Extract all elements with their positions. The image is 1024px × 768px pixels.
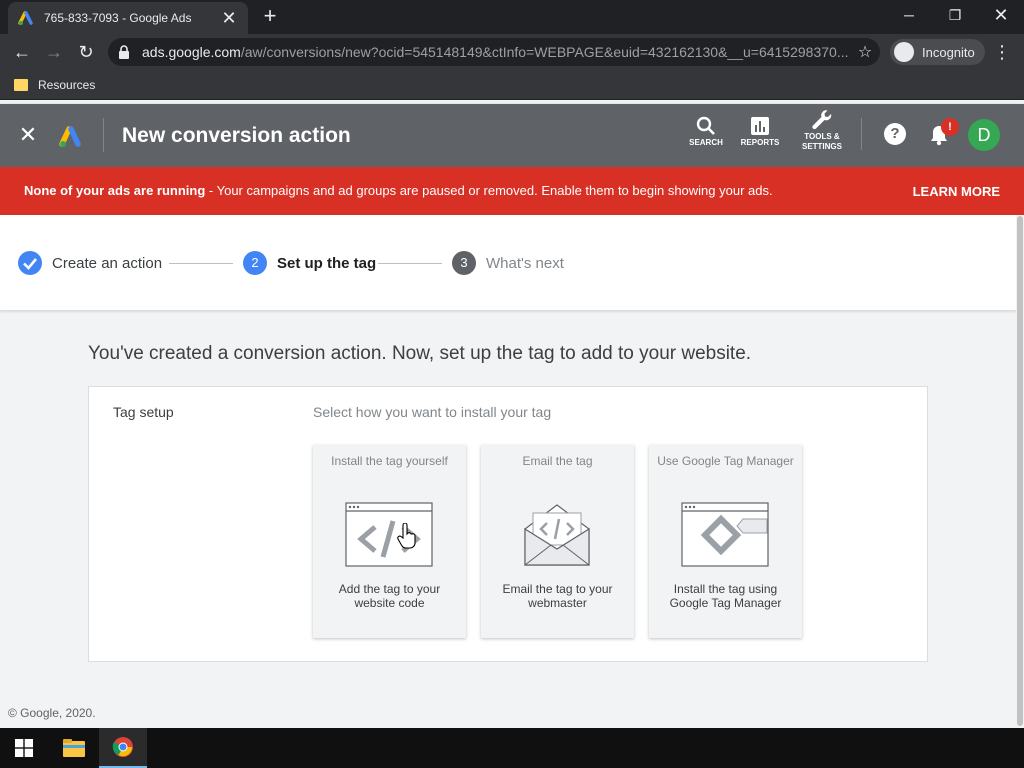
minimize-button[interactable]: ─ bbox=[886, 0, 932, 30]
reload-icon[interactable]: ↻ bbox=[74, 40, 98, 64]
section-prompt: Select how you want to install your tag bbox=[313, 404, 552, 420]
stepper: Create an action 2 Set up the tag 3 What… bbox=[0, 215, 1016, 311]
taskbar bbox=[0, 728, 1024, 768]
option-description: Add the tag to your website code bbox=[338, 582, 441, 610]
code-window-icon bbox=[345, 502, 433, 567]
back-arrow-icon[interactable]: ← bbox=[10, 40, 34, 64]
page-title: New conversion action bbox=[122, 124, 351, 147]
ads-header: ✕ New conversion action bbox=[0, 104, 1024, 167]
browser-tab[interactable]: 765-833-7093 - Google Ads ✕ bbox=[8, 2, 248, 34]
reports-icon bbox=[735, 114, 785, 138]
folder-icon bbox=[14, 78, 28, 91]
tab-close-icon[interactable]: ✕ bbox=[220, 8, 238, 29]
incognito-badge[interactable]: Incognito bbox=[890, 39, 985, 65]
google-ads-favicon-icon bbox=[18, 11, 33, 25]
tag-manager-icon bbox=[681, 502, 769, 567]
incognito-icon bbox=[894, 42, 914, 62]
restore-button[interactable]: ❐ bbox=[932, 0, 978, 30]
reports-label: REPORTS bbox=[740, 138, 780, 147]
browser-toolbar: ← → ↻ ads.google.com/aw/conversions/new?… bbox=[0, 34, 1024, 70]
google-ads-logo bbox=[59, 126, 81, 147]
tools-label: TOOLS & bbox=[804, 132, 840, 141]
windows-logo-icon bbox=[15, 739, 33, 757]
avatar[interactable]: D bbox=[968, 119, 1000, 151]
file-explorer-button[interactable] bbox=[50, 728, 98, 768]
tab-title: 765-833-7093 - Google Ads bbox=[44, 11, 192, 25]
step-connector bbox=[378, 263, 442, 264]
search-button[interactable]: SEARCH bbox=[681, 114, 731, 160]
notification-badge: ! bbox=[941, 118, 959, 136]
option-email-tag[interactable]: Email the tag Email the tag to your webm… bbox=[481, 445, 634, 638]
url-text: ads.google.com/aw/conversions/new?ocid=5… bbox=[142, 44, 849, 60]
windows-start-button[interactable] bbox=[0, 728, 48, 768]
option-description: Install the tag using Google Tag Manager bbox=[669, 582, 782, 610]
tag-setup-card: Tag setup Select how you want to install… bbox=[88, 386, 928, 662]
chrome-taskbar-button[interactable] bbox=[99, 728, 147, 768]
header-divider-2 bbox=[861, 118, 862, 150]
page-headline: You've created a conversion action. Now,… bbox=[88, 343, 752, 364]
bookmarks-bar: Resources bbox=[0, 70, 1024, 100]
search-label: SEARCH bbox=[689, 138, 723, 147]
step-whats-next: 3 What's next bbox=[452, 251, 564, 275]
email-envelope-icon bbox=[524, 504, 590, 566]
step-create-action: Create an action bbox=[18, 251, 162, 275]
bookmark-resources[interactable]: Resources bbox=[38, 78, 95, 92]
file-explorer-icon bbox=[63, 739, 85, 757]
step-connector bbox=[169, 263, 233, 264]
incognito-label: Incognito bbox=[922, 44, 975, 60]
help-icon[interactable]: ? bbox=[884, 123, 906, 145]
search-icon bbox=[681, 114, 731, 138]
chrome-icon bbox=[112, 737, 133, 757]
wrench-icon bbox=[797, 108, 847, 132]
step-setup-tag: 2 Set up the tag bbox=[243, 251, 376, 275]
close-icon[interactable]: ✕ bbox=[16, 123, 40, 147]
option-title: Install the tag yourself bbox=[331, 454, 448, 468]
address-bar[interactable]: ads.google.com/aw/conversions/new?ocid=5… bbox=[108, 38, 880, 66]
bookmark-star-icon[interactable]: ☆ bbox=[850, 42, 880, 62]
window-close-button[interactable]: ✕ bbox=[978, 0, 1024, 30]
browser-menu-icon[interactable]: ⋮ bbox=[992, 40, 1012, 64]
learn-more-link[interactable]: LEARN MORE bbox=[913, 184, 1000, 199]
hand-cursor-icon bbox=[397, 523, 416, 549]
new-tab-button[interactable]: + bbox=[258, 4, 282, 28]
step-label: Create an action bbox=[52, 254, 163, 272]
forward-arrow-icon[interactable]: → bbox=[42, 40, 66, 64]
option-title: Use Google Tag Manager bbox=[657, 454, 794, 468]
lock-icon bbox=[119, 45, 129, 59]
option-google-tag-manager[interactable]: Use Google Tag Manager Install the tag u… bbox=[649, 445, 802, 638]
step-label: Set up the tag bbox=[277, 254, 377, 272]
header-divider bbox=[103, 118, 104, 152]
settings-label: SETTINGS bbox=[801, 142, 842, 151]
tools-settings-button[interactable]: TOOLS & SETTINGS bbox=[797, 108, 847, 154]
tab-strip: 765-833-7093 - Google Ads ✕ + ─ ❐ ✕ bbox=[0, 0, 1024, 34]
option-description: Email the tag to your webmaster bbox=[502, 582, 613, 610]
option-title: Email the tag bbox=[522, 454, 593, 468]
banner-message: None of your ads are running - Your camp… bbox=[24, 183, 773, 198]
option-install-yourself[interactable]: Install the tag yourself Add the tag to … bbox=[313, 445, 466, 638]
step-number: 3 bbox=[452, 251, 476, 275]
footer-copyright: © Google, 2020. bbox=[8, 706, 96, 720]
check-icon bbox=[18, 251, 42, 275]
reports-button[interactable]: REPORTS bbox=[735, 114, 785, 160]
step-label: What's next bbox=[486, 254, 564, 272]
step-number: 2 bbox=[243, 251, 267, 275]
section-title: Tag setup bbox=[113, 404, 174, 420]
scrollbar-thumb[interactable] bbox=[1017, 216, 1023, 726]
status-banner: None of your ads are running - Your camp… bbox=[0, 167, 1024, 215]
